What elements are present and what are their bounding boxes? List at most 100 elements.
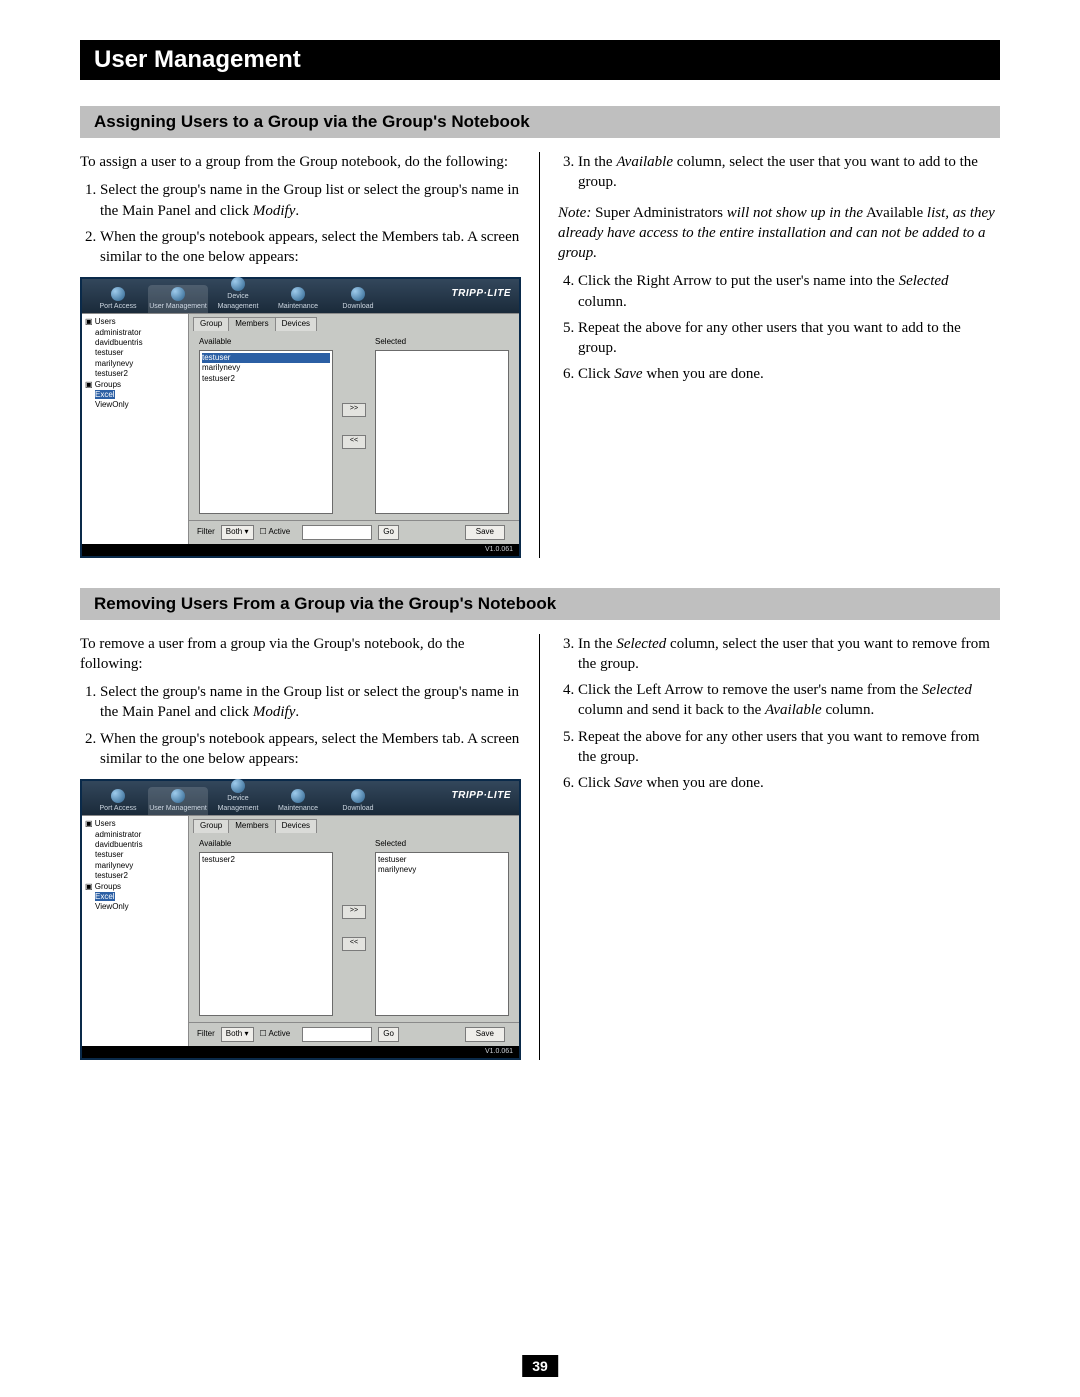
filter-select[interactable]: Both ▾ [221, 525, 254, 540]
globe-icon [291, 789, 305, 803]
tab-devices[interactable]: Devices [275, 819, 317, 833]
status-bar: V1.0.061 [82, 1046, 519, 1057]
go-button[interactable]: Go [378, 1027, 399, 1042]
assign-note: Note: Super Administrators will not show… [558, 203, 1000, 264]
move-left-button[interactable]: << [342, 937, 366, 951]
tree-user[interactable]: testuser [85, 348, 185, 358]
tab-group[interactable]: Group [193, 819, 229, 833]
nav-maintenance[interactable]: Maintenance [268, 285, 328, 313]
nav-download[interactable]: Download [328, 285, 388, 313]
globe-icon [171, 789, 185, 803]
available-label: Available [199, 337, 333, 348]
save-button[interactable]: Save [465, 525, 505, 540]
nav-device-management[interactable]: Device Management [208, 777, 268, 815]
tree-users[interactable]: ▣ Users [85, 819, 185, 829]
list-item[interactable]: testuser [378, 855, 506, 865]
tree-groups[interactable]: ▣ Groups [85, 380, 185, 390]
remove-step-6: Click Save when you are done. [578, 773, 1000, 793]
globe-icon [111, 287, 125, 301]
selected-list[interactable]: testuser marilynevy [375, 852, 509, 1016]
assign-columns: To assign a user to a group from the Gro… [80, 152, 1000, 558]
filter-label: Filter [197, 527, 215, 538]
selected-list[interactable] [375, 350, 509, 514]
list-item[interactable]: testuser2 [202, 855, 330, 865]
assign-right-steps: In the Available column, select the user… [558, 152, 1000, 193]
move-left-button[interactable]: << [342, 435, 366, 449]
nav-device-management[interactable]: Device Management [208, 275, 268, 313]
list-item[interactable]: marilynevy [202, 363, 330, 373]
tab-members[interactable]: Members [228, 819, 275, 833]
move-right-button[interactable]: >> [342, 403, 366, 417]
globe-icon [171, 287, 185, 301]
filter-input[interactable] [302, 1027, 372, 1042]
list-item[interactable]: testuser [202, 353, 330, 363]
assign-step-5: Repeat the above for any other users tha… [578, 318, 1000, 359]
available-list[interactable]: testuser marilynevy testuser2 [199, 350, 333, 514]
page-number: 39 [522, 1355, 558, 1377]
assign-step-6: Click Save when you are done. [578, 364, 1000, 384]
list-item[interactable]: marilynevy [378, 865, 506, 875]
section-heading-assign: Assigning Users to a Group via the Group… [80, 106, 1000, 138]
sidebar-tree[interactable]: ▣ Users administrator davidbuentris test… [82, 816, 189, 1046]
chapter-title: User Management [80, 40, 1000, 80]
nav-download[interactable]: Download [328, 787, 388, 815]
globe-icon [351, 287, 365, 301]
filter-label: Filter [197, 1029, 215, 1040]
nav-user-management[interactable]: User Management [148, 285, 208, 313]
nav-user-management[interactable]: User Management [148, 787, 208, 815]
tree-user[interactable]: marilynevy [85, 861, 185, 871]
active-checkbox[interactable]: ☐ Active [260, 1029, 291, 1040]
remove-step-5: Repeat the above for any other users tha… [578, 727, 1000, 768]
tree-user[interactable]: testuser2 [85, 369, 185, 379]
assign-right-steps-cont: Click the Right Arrow to put the user's … [558, 271, 1000, 384]
save-button[interactable]: Save [465, 1027, 505, 1042]
tree-users[interactable]: ▣ Users [85, 317, 185, 327]
selected-label: Selected [375, 337, 509, 348]
assign-left-steps: Select the group's name in the Group lis… [80, 180, 521, 267]
remove-step-1: Select the group's name in the Group lis… [100, 682, 521, 723]
tree-user[interactable]: davidbuentris [85, 338, 185, 348]
available-list[interactable]: testuser2 [199, 852, 333, 1016]
tree-user[interactable]: marilynevy [85, 359, 185, 369]
brand-logo: TRIPP·LITE [452, 287, 511, 301]
tree-user[interactable]: davidbuentris [85, 840, 185, 850]
tree-group[interactable]: ViewOnly [85, 400, 185, 410]
ss-footer: Filter Both ▾ ☐ Active Go Save [189, 520, 519, 544]
tree-user[interactable]: administrator [85, 830, 185, 840]
ss-toolbar: Port Access User Management Device Manag… [82, 279, 519, 313]
assign-screenshot: Port Access User Management Device Manag… [80, 277, 521, 557]
tab-group[interactable]: Group [193, 317, 229, 331]
remove-step-4: Click the Left Arrow to remove the user'… [578, 680, 1000, 721]
globe-icon [231, 277, 245, 291]
tree-group-selected[interactable]: Excel [95, 892, 115, 901]
ss-toolbar: Port Access User Management Device Manag… [82, 781, 519, 815]
active-checkbox[interactable]: ☐ Active [260, 527, 291, 538]
available-label: Available [199, 839, 333, 850]
sidebar-tree[interactable]: ▣ Users administrator davidbuentris test… [82, 314, 189, 544]
tree-groups[interactable]: ▣ Groups [85, 882, 185, 892]
go-button[interactable]: Go [378, 525, 399, 540]
filter-select[interactable]: Both ▾ [221, 1027, 254, 1042]
assign-step-1: Select the group's name in the Group lis… [100, 180, 521, 221]
section-heading-remove: Removing Users From a Group via the Grou… [80, 588, 1000, 620]
notebook-tabs: GroupMembersDevices [189, 314, 519, 331]
tree-user[interactable]: administrator [85, 328, 185, 338]
nav-maintenance[interactable]: Maintenance [268, 787, 328, 815]
status-bar: V1.0.061 [82, 544, 519, 555]
assign-intro: To assign a user to a group from the Gro… [80, 152, 521, 172]
nav-port-access[interactable]: Port Access [88, 285, 148, 313]
list-item[interactable]: testuser2 [202, 374, 330, 384]
selected-label: Selected [375, 839, 509, 850]
filter-input[interactable] [302, 525, 372, 540]
move-right-button[interactable]: >> [342, 905, 366, 919]
brand-logo: TRIPP·LITE [452, 789, 511, 803]
notebook-tabs: GroupMembersDevices [189, 816, 519, 833]
tree-user[interactable]: testuser [85, 850, 185, 860]
tree-user[interactable]: testuser2 [85, 871, 185, 881]
tab-members[interactable]: Members [228, 317, 275, 331]
globe-icon [111, 789, 125, 803]
tree-group[interactable]: ViewOnly [85, 902, 185, 912]
tree-group-selected[interactable]: Excel [95, 390, 115, 399]
nav-port-access[interactable]: Port Access [88, 787, 148, 815]
tab-devices[interactable]: Devices [275, 317, 317, 331]
